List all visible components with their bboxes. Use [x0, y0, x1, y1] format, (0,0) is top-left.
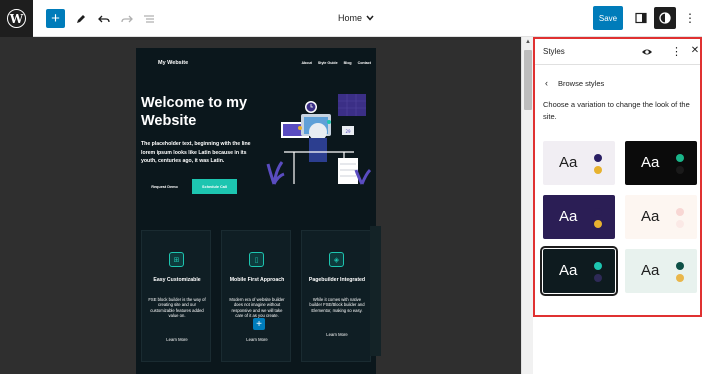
styles-button[interactable] [654, 7, 676, 29]
site-header: My Website About Style Guide Blog Contac… [136, 48, 376, 78]
redo-icon [121, 15, 133, 22]
panel-description: Choose a variation to change the look of… [543, 100, 690, 121]
feature-title: Mobile First Approach [229, 277, 285, 283]
site-preview[interactable]: My Website About Style Guide Blog Contac… [136, 48, 376, 374]
grid-plus-icon: ⊞ [169, 252, 184, 267]
color-dot [594, 154, 602, 162]
list-view-button[interactable] [140, 8, 158, 29]
hero-paragraph[interactable]: The placeholder text, beginning with the… [141, 140, 253, 166]
browse-styles-label: Browse styles [558, 78, 605, 88]
variation-preview-text: Aa [559, 208, 578, 225]
style-variation[interactable]: Aa [540, 246, 618, 296]
svg-text:29: 29 [345, 129, 351, 134]
color-dot [594, 274, 602, 282]
feature-card[interactable]: ▯ Mobile First Approach Modern era of we… [221, 230, 291, 362]
inline-add-block-button[interactable]: + [253, 318, 265, 330]
color-dot [594, 262, 602, 270]
redo-button[interactable] [118, 8, 136, 29]
contrast-icon [659, 12, 671, 24]
variation-preview-text: Aa [559, 262, 578, 279]
panel-options-button[interactable]: ⋮ [671, 45, 682, 59]
scrollbar-thumb[interactable] [524, 50, 532, 110]
document-title-dropdown[interactable]: Home [338, 10, 374, 26]
add-block-button[interactable]: + [46, 9, 65, 28]
browse-styles-back[interactable]: ‹ Browse styles [545, 76, 604, 90]
top-toolbar: W + Home Save ⋮ [0, 0, 702, 37]
style-variation[interactable]: Aa [543, 195, 615, 239]
feature-description: Modern era of website builder does not i… [229, 297, 285, 319]
document-title: Home [338, 13, 363, 23]
wordpress-icon: W [7, 9, 26, 28]
variation-preview-text: Aa [641, 262, 660, 279]
features-section: ⊞ Easy Customizable FSE block builder is… [141, 230, 373, 374]
color-dot [594, 208, 602, 216]
list-view-icon [144, 14, 154, 23]
nav-item-contact[interactable]: Contact [358, 61, 371, 65]
feature-description: FSE block builder is the way of creating… [148, 297, 206, 319]
site-title[interactable]: My Website [158, 60, 188, 66]
style-variation[interactable]: Aa [625, 141, 697, 185]
mobile-icon: ▯ [249, 252, 264, 267]
save-button[interactable]: Save [593, 6, 623, 30]
pencil-icon [77, 14, 85, 23]
variation-preview-text: Aa [559, 154, 578, 171]
panel-title: Styles [543, 47, 565, 56]
canvas-scrollbar[interactable]: ▲ [521, 37, 533, 374]
request-demo-button[interactable]: Request Demo [141, 179, 188, 194]
styles-panel: Styles ⋮ ✕ ‹ Browse styles Choose a vari… [533, 37, 702, 317]
undo-icon [98, 15, 110, 22]
tools-button[interactable] [72, 8, 90, 29]
feature-card[interactable]: ◈ Pagebuilder Integrated While it comes … [301, 230, 371, 362]
editor-canvas: My Website About Style Guide Blog Contac… [0, 37, 521, 374]
color-dot [676, 274, 684, 282]
site-navigation: About Style Guide Blog Contact [301, 61, 371, 65]
chevron-down-icon [366, 15, 374, 21]
panel-header: Styles ⋮ ✕ [535, 39, 700, 65]
color-dot [594, 166, 602, 174]
variation-preview-text: Aa [641, 154, 660, 171]
feature-title: Pagebuilder Integrated [308, 277, 366, 283]
style-variation[interactable]: Aa [625, 195, 697, 239]
variation-preview-text: Aa [641, 208, 660, 225]
feature-description: While it comes with native builder FSE/B… [309, 297, 365, 313]
color-dot [676, 208, 684, 216]
chevron-left-icon[interactable]: ‹ [545, 78, 548, 88]
options-more-button[interactable]: ⋮ [684, 9, 696, 27]
learn-more-link[interactable]: Learn More [222, 337, 292, 342]
eye-icon[interactable] [641, 46, 653, 58]
settings-sidebar-button[interactable] [632, 9, 650, 27]
partial-card-edge [370, 226, 381, 356]
nav-item-about[interactable]: About [301, 61, 311, 65]
color-dot [676, 154, 684, 162]
feature-title: Easy Customizable [153, 277, 201, 283]
hero-heading[interactable]: Welcome to my Website [141, 94, 261, 130]
scroll-up-arrow-icon[interactable]: ▲ [524, 39, 532, 47]
learn-more-link[interactable]: Learn More [302, 332, 372, 337]
color-dot [594, 220, 602, 228]
style-variation[interactable]: Aa [543, 141, 615, 185]
wordpress-logo-button[interactable]: W [0, 0, 33, 37]
nav-item-style-guide[interactable]: Style Guide [318, 61, 338, 65]
close-panel-button[interactable]: ✕ [690, 45, 700, 59]
color-dot [676, 166, 684, 174]
color-dot [676, 262, 684, 270]
learn-more-link[interactable]: Learn More [142, 337, 212, 342]
feature-card[interactable]: ⊞ Easy Customizable FSE block builder is… [141, 230, 211, 362]
style-variations-grid: Aa Aa Aa Aa Aa Aa [540, 141, 697, 297]
nav-item-blog[interactable]: Blog [344, 61, 352, 65]
sidebar-icon [635, 12, 647, 24]
color-dot [676, 220, 684, 228]
undo-button[interactable] [95, 8, 113, 29]
hero-illustration: 29 [266, 94, 371, 185]
style-variation[interactable]: Aa [625, 249, 697, 293]
schedule-call-button[interactable]: Schedule Call [192, 179, 237, 194]
layers-icon: ◈ [329, 252, 344, 267]
plus-icon: + [51, 10, 60, 27]
